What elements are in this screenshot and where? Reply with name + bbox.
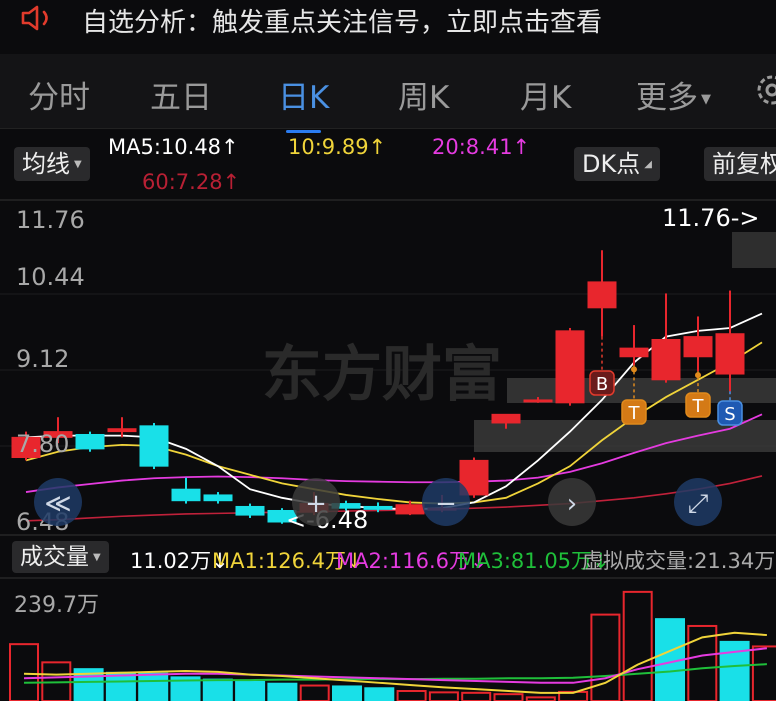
- candle-body[interactable]: [491, 413, 521, 424]
- volume-bar[interactable]: [138, 672, 169, 701]
- volume-indicator-select[interactable]: 成交量 ▼: [12, 541, 109, 573]
- volume-bar[interactable]: [332, 685, 362, 701]
- rewind-icon: ≪: [44, 489, 71, 519]
- volume-bar[interactable]: [9, 643, 39, 701]
- volume-bar[interactable]: [364, 687, 395, 701]
- volume-bar[interactable]: [235, 680, 266, 701]
- price-zone-band: [507, 378, 776, 403]
- volume-bar[interactable]: [590, 613, 621, 701]
- candle-body[interactable]: [587, 281, 617, 309]
- zoom-out-icon: −: [435, 489, 457, 519]
- price-axis-label: 10.44: [16, 263, 85, 291]
- volume-bar[interactable]: [751, 645, 776, 701]
- volume-axis-max: 239.7万: [14, 593, 99, 618]
- volume-bar[interactable]: [622, 590, 653, 701]
- virtual-volume: 虚拟成交量:21.34万: [582, 549, 776, 573]
- fullscreen-icon: ⤢: [688, 489, 709, 519]
- candle-body[interactable]: [171, 488, 201, 502]
- candle-body[interactable]: [107, 428, 137, 433]
- volume-bar[interactable]: [396, 689, 427, 701]
- volume-bar[interactable]: [493, 693, 524, 701]
- candle-body[interactable]: [683, 336, 713, 358]
- signal-label: B: [596, 374, 608, 395]
- price-axis-label: 11.76: [16, 206, 85, 234]
- price-zone-band: [732, 232, 776, 268]
- volume-bar[interactable]: [267, 682, 298, 701]
- candle-body[interactable]: [235, 505, 265, 516]
- volume-bar[interactable]: [202, 678, 233, 701]
- signal-label: T: [692, 396, 705, 417]
- candle-body[interactable]: [651, 338, 681, 381]
- signal-label: T: [628, 403, 641, 424]
- volume-bar[interactable]: [299, 684, 330, 701]
- watermark-logo: 东方财富: [262, 340, 502, 410]
- candle-body[interactable]: [203, 494, 233, 502]
- volume-bar[interactable]: [461, 691, 492, 701]
- next-icon: ›: [567, 489, 577, 519]
- candle-body[interactable]: [619, 347, 649, 358]
- candle-body[interactable]: [139, 425, 169, 467]
- volume-bar[interactable]: [105, 671, 136, 701]
- volume-bar[interactable]: [428, 691, 459, 701]
- candle-body[interactable]: [395, 504, 425, 515]
- volume-indicator-label: 成交量: [20, 544, 89, 570]
- candle-body[interactable]: [715, 333, 745, 375]
- chevron-down-icon: ▼: [93, 551, 101, 563]
- price-axis-label: 7.80: [16, 430, 69, 458]
- signal-dot: [695, 372, 701, 379]
- high-price-marker: 11.76->: [662, 204, 759, 232]
- signal-label: S: [724, 404, 735, 425]
- kline-chart[interactable]: 东方财富11.7610.449.127.806.4811.76-><-6.48B…: [0, 0, 776, 701]
- candle-body[interactable]: [555, 330, 585, 404]
- signal-dot: [631, 366, 637, 373]
- zoom-in-icon: +: [305, 489, 327, 519]
- candle-body[interactable]: [523, 399, 553, 403]
- price-axis-label: 9.12: [16, 345, 69, 373]
- volume-bar[interactable]: [525, 696, 556, 701]
- candle-body[interactable]: [75, 433, 105, 450]
